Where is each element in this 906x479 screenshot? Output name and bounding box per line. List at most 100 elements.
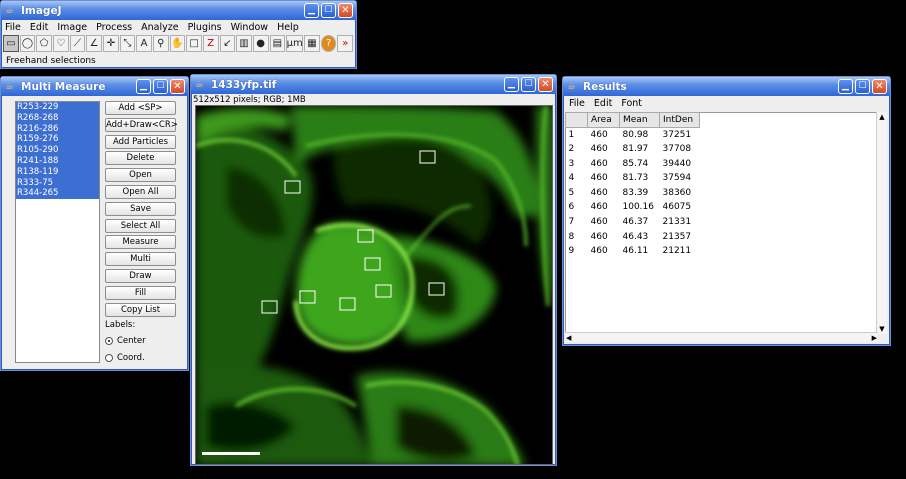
table-row[interactable]: 8 460 46.43 21357 xyxy=(566,229,700,244)
polygon-tool-icon[interactable]: ⬠ xyxy=(36,35,52,52)
help-tool-icon[interactable]: ? xyxy=(320,35,337,52)
results-menu-edit[interactable]: Edit xyxy=(594,98,612,109)
minimize-icon[interactable]: ▁ xyxy=(504,77,519,92)
close-icon[interactable]: ✕ xyxy=(538,77,553,92)
close-icon[interactable]: ✕ xyxy=(338,3,353,18)
table-row[interactable]: 7 460 46.37 21331 xyxy=(566,215,700,230)
minimize-icon[interactable]: ▁ xyxy=(838,79,853,94)
roi-list-item[interactable]: R268-268 xyxy=(16,112,99,124)
main-titlebar[interactable]: ☕ ImageJ ▁ ☐ ✕ xyxy=(1,1,356,20)
close-icon[interactable]: ✕ xyxy=(170,79,185,94)
crosshair-tool-icon[interactable]: ✛ xyxy=(102,35,119,52)
roi-list-item[interactable]: R159-276 xyxy=(16,134,99,146)
maximize-icon[interactable]: ☐ xyxy=(855,79,870,94)
color-picker-tool-icon[interactable]: □ xyxy=(186,35,202,52)
table-row[interactable]: 3 460 85.74 39440 xyxy=(566,156,700,171)
magnifier-tool-icon[interactable]: ⚲ xyxy=(152,35,169,52)
table-row[interactable]: 1 460 80.98 37251 xyxy=(566,127,700,142)
text-tool-icon[interactable]: A xyxy=(136,35,152,52)
minimize-icon[interactable]: ▁ xyxy=(136,79,151,94)
menu-process[interactable]: Process xyxy=(96,22,132,33)
image-canvas[interactable] xyxy=(195,105,553,465)
more-tools-icon[interactable]: » xyxy=(337,35,354,52)
add-button[interactable]: Add <SP> xyxy=(105,101,176,115)
menu-edit[interactable]: Edit xyxy=(30,22,48,33)
radio-center-dot[interactable] xyxy=(105,337,113,345)
multi-button[interactable]: Multi xyxy=(105,252,176,267)
hand-tool-icon[interactable]: ✋ xyxy=(169,35,186,52)
radio-coord[interactable]: Coord. xyxy=(105,353,145,363)
radio-coord-dot[interactable] xyxy=(105,354,113,362)
table-row[interactable]: 2 460 81.97 37708 xyxy=(566,142,700,157)
roi-list-item[interactable]: R344-265 xyxy=(16,188,99,200)
oval-tool-icon[interactable]: ◯ xyxy=(19,35,36,52)
roi-list-item[interactable]: R241-188 xyxy=(16,155,99,167)
draw-button[interactable]: Draw xyxy=(105,269,176,283)
table-cell: 46.37 xyxy=(622,216,649,227)
table-row[interactable]: 4 460 81.73 37594 xyxy=(566,171,700,186)
roi-list-item[interactable]: R138-119 xyxy=(16,166,99,178)
scroll-left-icon[interactable]: ◀ xyxy=(566,333,571,343)
roi-list-item[interactable]: R105-290 xyxy=(16,145,99,156)
angle-tool-icon[interactable]: ∠ xyxy=(86,35,102,52)
roi-list-item[interactable]: R333-75 xyxy=(16,177,99,189)
measure-button[interactable]: Measure xyxy=(105,235,176,250)
results-menu-file[interactable]: File xyxy=(569,98,585,109)
image-titlebar[interactable]: ☕ 1433yfp.tif ▁ ☐ ✕ xyxy=(191,75,556,94)
um-tool-icon[interactable]: µm xyxy=(286,35,304,52)
table-row[interactable]: 6 460 100.16 46075 xyxy=(566,200,700,215)
column-header[interactable] xyxy=(565,112,588,128)
table-cell: 46.43 xyxy=(622,231,649,242)
freehand-tool-icon[interactable]: ♡ xyxy=(52,35,69,52)
results-titlebar[interactable]: ☕ Results ▁ ☐ ✕ xyxy=(563,77,890,96)
scroll-up-icon[interactable]: ▲ xyxy=(877,112,887,122)
color-wheel-tool-icon[interactable]: ● xyxy=(252,35,269,52)
roi-list-item[interactable]: R253-229 xyxy=(16,102,99,113)
vertical-scrollbar[interactable]: ▲ ▼ xyxy=(876,112,887,334)
column-header[interactable]: Mean xyxy=(619,112,660,128)
add-draw-button[interactable]: Add+Draw<CR> xyxy=(105,117,178,132)
micrograph[interactable] xyxy=(196,106,553,465)
results-header-row: Area Mean IntDen xyxy=(565,112,700,128)
close-icon[interactable]: ✕ xyxy=(872,79,887,94)
results-menu-font[interactable]: Font xyxy=(621,98,642,109)
menu-image[interactable]: Image xyxy=(57,22,87,33)
roi-list-item[interactable]: R216-286 xyxy=(16,123,99,135)
maximize-icon[interactable]: ☐ xyxy=(321,3,336,18)
select-all-button[interactable]: Select All xyxy=(105,218,176,233)
table-cell: 46075 xyxy=(662,202,692,213)
menu-window[interactable]: Window xyxy=(231,22,268,33)
multi-titlebar[interactable]: ☕ Multi Measure ▁ ☐ ✕ xyxy=(1,77,188,96)
copy-list-button[interactable]: Copy List xyxy=(105,302,176,317)
open-button[interactable]: Open xyxy=(105,168,176,183)
straight-line-tool-icon[interactable]: ⟋ xyxy=(69,35,86,52)
table-tool-icon[interactable]: ▦ xyxy=(304,35,320,52)
rectangle-tool-icon[interactable]: ▭ xyxy=(3,35,19,52)
maximize-icon[interactable]: ☐ xyxy=(521,77,536,92)
roi-list[interactable]: R253-229 R268-268 R216-286 R159-276 R105-290… xyxy=(15,101,100,363)
scroll-down-icon[interactable]: ▼ xyxy=(877,324,887,334)
scroll-right-icon[interactable]: ▶ xyxy=(872,333,877,343)
radio-center[interactable]: Center xyxy=(105,336,146,346)
maximize-icon[interactable]: ☐ xyxy=(153,79,168,94)
wand-tool-icon[interactable]: ⤡ xyxy=(119,35,136,52)
save-button[interactable]: Save xyxy=(105,201,176,216)
delete-button[interactable]: Delete xyxy=(105,151,176,166)
ruler-tool-icon[interactable]: ▤ xyxy=(269,35,286,52)
menu-analyze[interactable]: Analyze xyxy=(141,22,178,33)
table-row[interactable]: 9 460 46.11 21211 xyxy=(566,244,700,259)
histogram-tool-icon[interactable]: ▥ xyxy=(236,35,252,52)
menu-help[interactable]: Help xyxy=(277,22,299,33)
table-row[interactable]: 5 460 83.39 38360 xyxy=(566,185,700,200)
horizontal-scrollbar[interactable]: ◀ ▶ xyxy=(565,332,878,342)
column-header[interactable]: Area xyxy=(587,112,620,128)
minimize-icon[interactable]: ▁ xyxy=(304,3,319,18)
menu-plugins[interactable]: Plugins xyxy=(188,22,222,33)
arrow-tool-icon[interactable]: ↙ xyxy=(219,35,236,52)
column-header[interactable]: IntDen xyxy=(659,112,700,128)
fill-button[interactable]: Fill xyxy=(105,285,176,300)
open-all-button[interactable]: Open All xyxy=(105,185,176,199)
z-tool-icon[interactable]: Z xyxy=(202,35,219,52)
add-particles-button[interactable]: Add Particles xyxy=(105,134,176,149)
menu-file[interactable]: File xyxy=(5,22,21,33)
